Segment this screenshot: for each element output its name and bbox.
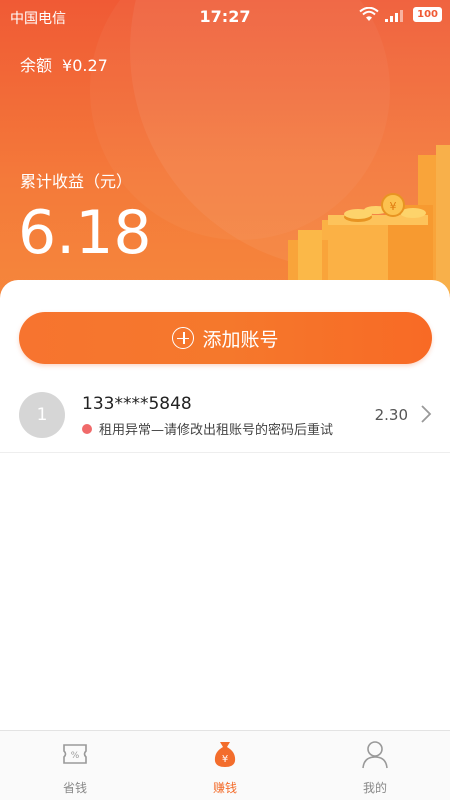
- tab-earn-money[interactable]: ¥ 赚钱: [150, 731, 300, 800]
- coin-stack-illustration-icon: ¥: [288, 145, 450, 295]
- account-number: 133****5848: [82, 394, 192, 414]
- plus-circle-icon: [172, 327, 195, 349]
- svg-text:¥: ¥: [390, 200, 397, 213]
- tab-label: 省钱: [62, 781, 87, 795]
- total-earnings-value: 6.18: [18, 198, 152, 268]
- svg-text:%: %: [71, 751, 80, 761]
- chevron-right-icon: [421, 405, 432, 423]
- status-bar: 中国电信 17:27 100: [0, 0, 450, 32]
- person-icon: [362, 741, 388, 769]
- status-icons: 100: [359, 7, 442, 22]
- battery-icon: 100: [413, 7, 442, 22]
- tab-label: 赚钱: [212, 781, 237, 795]
- add-account-button[interactable]: 添加账号: [19, 312, 432, 364]
- wifi-icon: [359, 7, 379, 21]
- tab-label: 我的: [362, 781, 387, 795]
- tab-mine[interactable]: 我的: [300, 731, 450, 800]
- account-status-text: 租用异常—请修改出租账号的密码后重试: [99, 423, 334, 438]
- account-list-item[interactable]: 1 133****5848 租用异常—请修改出租账号的密码后重试 2.30: [0, 383, 450, 453]
- error-status-dot-icon: [82, 423, 92, 434]
- account-index-avatar: 1: [19, 392, 65, 438]
- account-status: 租用异常—请修改出租账号的密码后重试: [82, 419, 333, 438]
- balance-label: 余额: [20, 56, 53, 75]
- total-earnings-label: 累计收益（元）: [20, 172, 133, 191]
- balance: 余额 ¥0.27: [20, 52, 118, 76]
- add-account-label: 添加账号: [202, 328, 279, 351]
- account-earnings: 2.30: [374, 406, 408, 424]
- coupon-icon: %: [63, 744, 87, 764]
- balance-value: ¥0.27: [62, 56, 108, 75]
- bottom-tab-bar: % 省钱 ¥ 赚钱 我的: [0, 730, 450, 800]
- money-bag-icon: ¥: [214, 742, 236, 767]
- signal-icon: [385, 9, 404, 22]
- tab-save-money[interactable]: % 省钱: [0, 731, 150, 800]
- svg-text:¥: ¥: [222, 754, 228, 765]
